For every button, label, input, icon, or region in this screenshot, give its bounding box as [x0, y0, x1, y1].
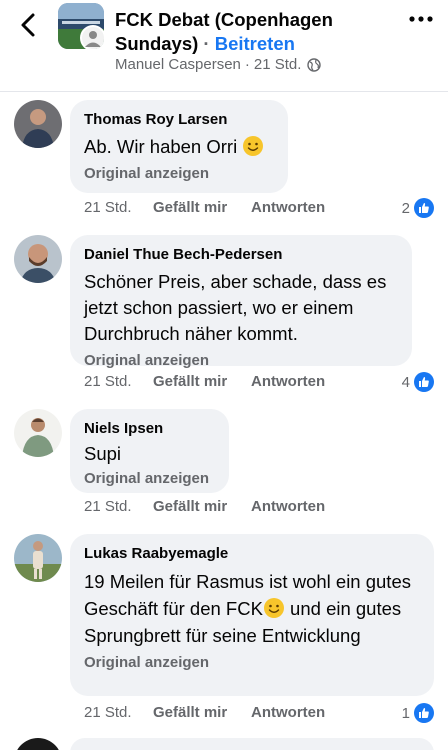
person-photo-icon	[14, 409, 62, 457]
thumbs-up-icon	[414, 198, 434, 218]
reply-button[interactable]: Antworten	[251, 373, 325, 390]
comment-bubble: Daniel Thue Bech-Pedersen Schöner Preis,…	[70, 235, 412, 369]
title-separator: ·	[198, 33, 215, 54]
person-photo-icon	[14, 235, 62, 283]
comment-actions: 21 Std. Gefällt mir Antworten	[84, 373, 325, 390]
reaction-count[interactable]: 4	[402, 372, 434, 392]
avatar[interactable]	[14, 100, 62, 148]
post-author-link[interactable]: Manuel Caspersen	[115, 56, 241, 73]
meta-separator: ·	[244, 56, 250, 73]
reaction-number: 2	[401, 199, 410, 217]
comment-actions: 21 Std. Gefällt mir Antworten	[84, 704, 325, 721]
comment-author[interactable]: Thomas Roy Larsen	[84, 110, 274, 130]
comment-text-content: Ab. Wir haben Orri	[84, 136, 238, 157]
reaction-number: 1	[401, 704, 410, 722]
comment-actions: 21 Std. Gefällt mir Antworten	[84, 498, 325, 515]
group-avatar[interactable]	[58, 3, 104, 49]
post-header: FCK Debat (Copenhagen Sundays) · Beitret…	[0, 0, 448, 92]
comment-time[interactable]: 21 Std.	[84, 704, 153, 721]
reply-button[interactable]: Antworten	[251, 199, 325, 216]
more-options-icon[interactable]	[408, 14, 434, 24]
comment-text: 19 Meilen für Rasmus ist wohl ein gutes …	[84, 568, 424, 649]
person-icon	[85, 31, 101, 47]
comment-author[interactable]: Daniel Thue Bech-Pedersen	[84, 245, 398, 265]
comment-actions: 21 Std. Gefällt mir Antworten	[84, 199, 325, 216]
comment-time[interactable]: 21 Std.	[84, 199, 153, 216]
show-original-link[interactable]: Original anzeigen	[84, 469, 215, 489]
smiley-emoji-icon	[243, 136, 264, 156]
comment-bubble: Niels Ipsen Supi Original anzeigen	[70, 409, 229, 493]
show-original-link[interactable]: Original anzeigen	[84, 351, 398, 371]
show-original-link[interactable]: Original anzeigen	[84, 653, 420, 673]
avatar[interactable]	[14, 409, 62, 457]
show-original-link[interactable]: Original anzeigen	[84, 164, 274, 184]
post-meta: Manuel Caspersen · 21 Std.	[115, 56, 322, 73]
thumbs-up-icon	[414, 703, 434, 723]
reply-button[interactable]: Antworten	[251, 704, 325, 721]
comment-time[interactable]: 21 Std.	[84, 373, 153, 390]
join-button[interactable]: Beitreten	[215, 33, 295, 54]
avatar[interactable]	[14, 738, 62, 750]
comment-author[interactable]: Niels Ipsen	[84, 419, 215, 439]
comment-text: Ab. Wir haben Orri	[84, 134, 274, 160]
comment-bubble: Lukas Raabyemagle 19 Meilen für Rasmus i…	[70, 534, 434, 696]
back-arrow-icon[interactable]	[14, 10, 44, 40]
like-button[interactable]: Gefällt mir	[153, 704, 251, 721]
reaction-count[interactable]: 1	[402, 703, 434, 723]
smiley-emoji-icon	[263, 598, 284, 618]
comment-text: Supi	[84, 443, 122, 464]
comment-author[interactable]: Lukas Raabyemagle	[84, 544, 420, 564]
reaction-number: 4	[401, 373, 410, 391]
like-button[interactable]: Gefällt mir	[153, 199, 251, 216]
person-photo-icon	[14, 100, 62, 148]
avatar[interactable]	[14, 235, 62, 283]
like-button[interactable]: Gefällt mir	[153, 373, 251, 390]
comment-bubble	[70, 738, 434, 750]
person-photo-icon	[14, 534, 62, 582]
reaction-count[interactable]: 2	[402, 198, 434, 218]
author-avatar-small	[80, 25, 104, 49]
thumbs-up-icon	[414, 372, 434, 392]
comment-bubble: Thomas Roy Larsen Ab. Wir haben Orri Ori…	[70, 100, 288, 193]
group-title: FCK Debat (Copenhagen Sundays) · Beitret…	[115, 8, 385, 56]
reply-button[interactable]: Antworten	[251, 498, 325, 515]
like-button[interactable]: Gefällt mir	[153, 498, 251, 515]
comment-time[interactable]: 21 Std.	[84, 498, 153, 515]
avatar[interactable]	[14, 534, 62, 582]
comment-text: Schöner Preis, aber schade, dass es jetz…	[84, 271, 387, 344]
globe-icon	[307, 57, 322, 72]
post-time[interactable]: 21 Std.	[254, 56, 302, 73]
